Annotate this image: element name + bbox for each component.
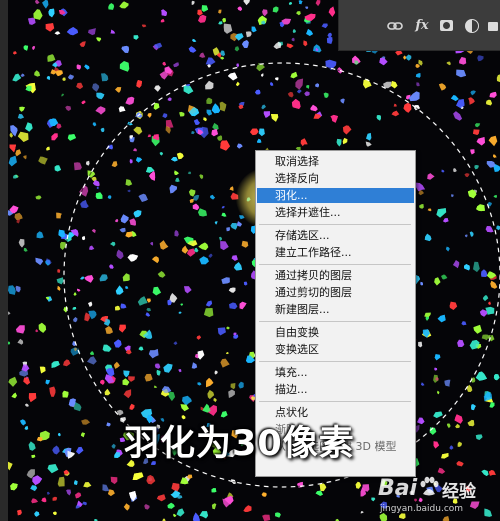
menu-item[interactable]: 描边... <box>257 382 414 397</box>
menu-item[interactable]: 羽化... <box>257 188 414 203</box>
menu-item[interactable]: 新建图层... <box>257 302 414 317</box>
menu-item[interactable]: 点状化 <box>257 405 414 420</box>
menu-item[interactable]: 通过拷贝的图层 <box>257 268 414 283</box>
menu-separator <box>259 224 411 225</box>
menu-item[interactable]: 通过剪切的图层 <box>257 285 414 300</box>
tutorial-caption: 羽化为30像素 <box>124 424 355 464</box>
baidu-logo-text: Bai <box>378 476 418 501</box>
new-group-icon[interactable] <box>488 18 500 34</box>
link-icon[interactable] <box>387 18 403 34</box>
watermark-domain: jingyan.baidu.com <box>380 504 464 514</box>
menu-item[interactable]: 选择并遮住... <box>257 205 414 220</box>
fx-icon[interactable]: fx <box>414 18 430 34</box>
baidu-jingyan-watermark: Bai 经验 jingyan.baidu.com <box>378 472 496 518</box>
baidu-paw-icon <box>420 476 439 496</box>
menu-item[interactable]: 选择反向 <box>257 171 414 186</box>
adjustment-layer-icon[interactable] <box>464 18 480 34</box>
menu-separator <box>259 321 411 322</box>
menu-separator <box>259 401 411 402</box>
menu-item[interactable]: 存储选区... <box>257 228 414 243</box>
layers-panel-toolbar: fx <box>338 0 500 51</box>
menu-item[interactable]: 自由变换 <box>257 325 414 340</box>
layer-mask-icon[interactable] <box>439 18 455 34</box>
photoshop-workspace: fx 取消选择选择反向羽化... 选择并遮住... 存储选区... 建立工作路径...… <box>0 0 500 521</box>
tools-panel-edge <box>0 0 8 521</box>
menu-item[interactable]: 建立工作路径... <box>257 245 414 260</box>
menu-separator <box>259 264 411 265</box>
menu-item[interactable]: 取消选择 <box>257 154 414 169</box>
menu-item[interactable]: 填充... <box>257 365 414 380</box>
menu-separator <box>259 361 411 362</box>
jingyan-label: 经验 <box>442 482 476 502</box>
menu-item[interactable]: 变换选区 <box>257 342 414 357</box>
